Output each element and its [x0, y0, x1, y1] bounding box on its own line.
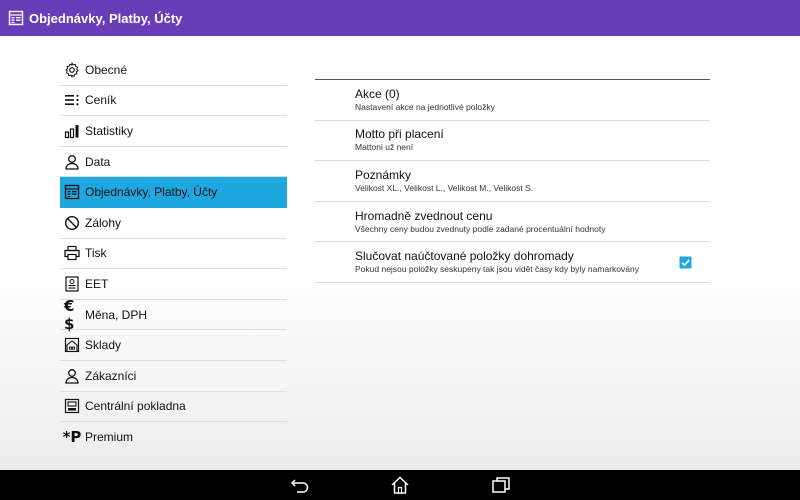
sidebar-item-mena-dph[interactable]: €$ Měna, DPH [60, 296, 287, 333]
sidebar-item-label: Data [85, 154, 111, 169]
pref-summary: Nastavení akce na jednotlivé položky [355, 101, 495, 112]
pref-title: Poznámky [355, 167, 412, 182]
sidebar-item-eet[interactable]: EET [60, 269, 287, 300]
app-title: Objednávky, Platby, Účty [29, 10, 183, 26]
sidebar-item-label: Měna, DPH [85, 307, 148, 322]
sidebar-item-label: Zákazníci [85, 368, 137, 383]
warehouse-icon [64, 337, 80, 353]
pref-motto[interactable]: Motto při placení Mattoni už není [315, 121, 710, 162]
home-icon[interactable] [390, 476, 410, 494]
pref-summary: Velikost XL., Velikost L., Velikost M., … [355, 182, 534, 193]
title-bar: Objednávky, Platby, Účty [0, 0, 800, 36]
sidebar-item-data[interactable]: Data [60, 147, 287, 178]
sidebar-item-label: Tisk [85, 246, 107, 261]
sidebar-item-label: Objednávky, Platby, Účty [85, 185, 218, 200]
sidebar-item-label: Centrální pokladna [85, 399, 186, 414]
preferences-panel: Akce (0) Nastavení akce na jednotlivé po… [315, 79, 710, 283]
pref-poznamky[interactable]: Poznámky Velikost XL., Velikost L., Veli… [315, 161, 710, 202]
sidebar-item-premium[interactable]: *P Premium [60, 422, 287, 453]
back-icon[interactable] [290, 476, 310, 494]
sidebar-item-obecne[interactable]: Obecné [60, 55, 287, 86]
pref-summary: Pokud nejsou položky seskupeny tak jsou … [355, 264, 639, 275]
checkmark-icon [679, 256, 692, 269]
register-icon [64, 398, 80, 414]
sidebar-item-cenik[interactable]: Ceník [60, 86, 287, 117]
premium-icon: *P [62, 428, 82, 447]
sidebar-item-zalohy[interactable]: Zálohy [60, 208, 287, 239]
document-list-icon [64, 184, 80, 200]
settings-sidebar: Obecné Ceník Statistiky Data Objednávky,… [60, 55, 287, 453]
pref-summary: Mattoni už není [355, 142, 414, 153]
recent-apps-icon[interactable] [491, 476, 511, 494]
sidebar-item-label: Sklady [85, 338, 122, 353]
sidebar-item-label: Premium [85, 430, 134, 445]
sidebar-item-tisk[interactable]: Tisk [60, 239, 287, 270]
bar-chart-icon [64, 123, 80, 139]
gear-icon [64, 61, 80, 78]
sidebar-item-zakaznici[interactable]: Zákazníci [60, 361, 287, 392]
document-list-icon [8, 10, 24, 26]
pref-title: Hromadně zvednout cenu [355, 208, 493, 223]
receipt-icon [64, 276, 80, 292]
sidebar-item-objednavky[interactable]: Objednávky, Platby, Účty [60, 177, 287, 208]
sidebar-item-label: EET [85, 276, 109, 291]
pref-akce[interactable]: Akce (0) Nastavení akce na jednotlivé po… [315, 80, 710, 121]
pref-title: Motto při placení [355, 127, 444, 142]
sidebar-item-label: Obecné [85, 62, 128, 77]
pref-summary: Všechny ceny budou zvednuty podle zadané… [355, 223, 606, 234]
no-sign-icon [64, 215, 80, 231]
pref-title: Slučovat naúčtované položky dohromady [355, 249, 574, 264]
sidebar-item-label: Statistiky [85, 123, 134, 138]
merge-items-checkbox[interactable] [679, 256, 692, 269]
person-icon [64, 368, 80, 384]
person-icon [64, 154, 80, 170]
sidebar-item-label: Zálohy [85, 215, 122, 230]
currency-icon: €$ [64, 296, 75, 333]
pref-slucovat-polozky[interactable]: Slučovat naúčtované položky dohromady Po… [315, 242, 710, 283]
printer-icon [64, 245, 80, 261]
system-nav-bar [0, 470, 800, 500]
sidebar-item-sklady[interactable]: Sklady [60, 330, 287, 361]
pref-hromadne-zvednout-cenu[interactable]: Hromadně zvednout cenu Všechny ceny budo… [315, 202, 710, 243]
pref-title: Akce (0) [355, 86, 400, 101]
sidebar-item-label: Ceník [85, 93, 117, 108]
list-icon [64, 92, 80, 108]
settings-content: Obecné Ceník Statistiky Data Objednávky,… [0, 36, 800, 470]
sidebar-item-statistiky[interactable]: Statistiky [60, 116, 287, 147]
sidebar-item-centralni-pokladna[interactable]: Centrální pokladna [60, 392, 287, 423]
